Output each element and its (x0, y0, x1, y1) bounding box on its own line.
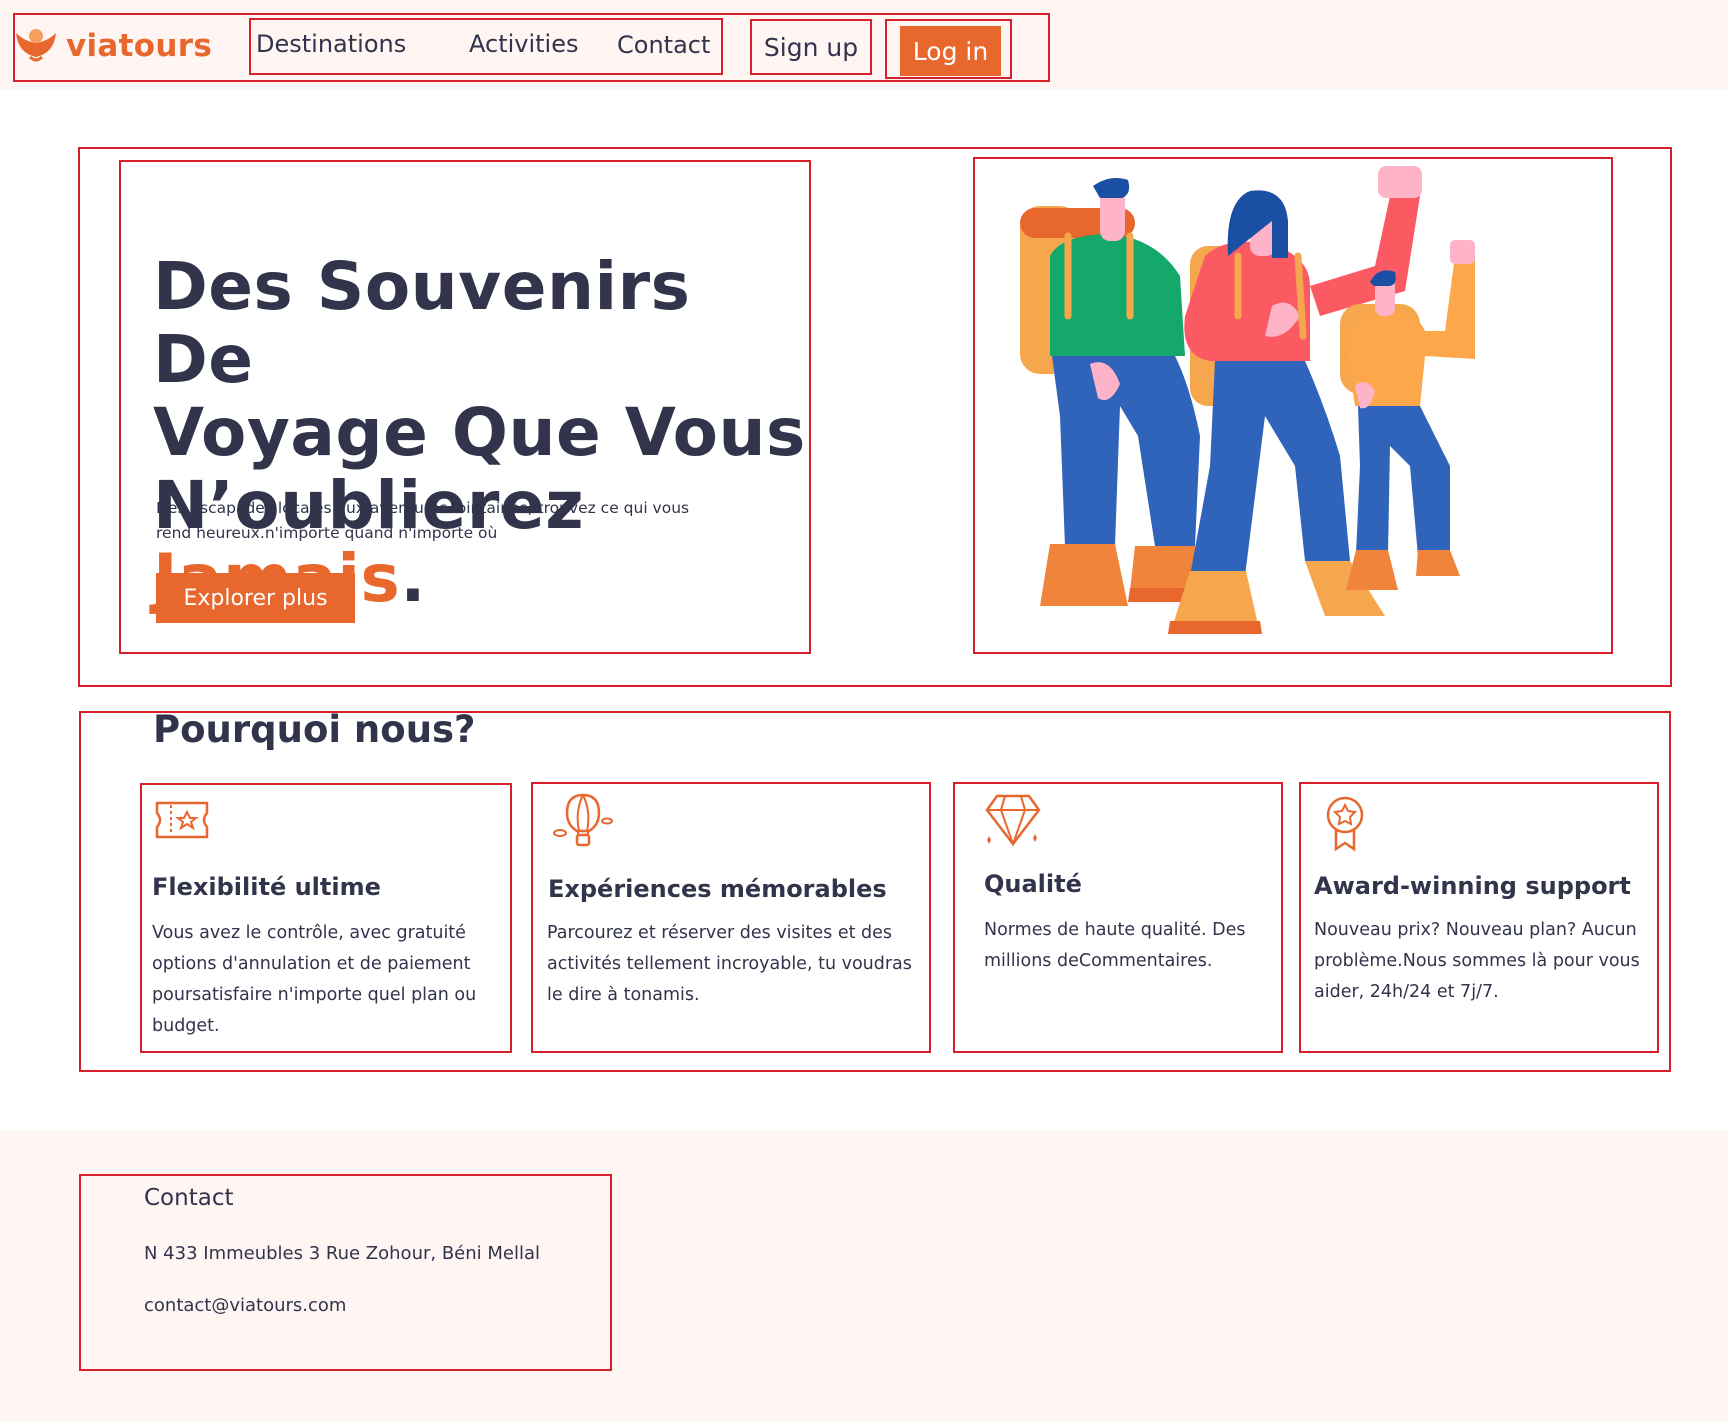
card-text-line: poursatisfaire n'importe quel plan ou (152, 985, 477, 1005)
hero-subtitle-line1: Des escapades locales aux aventures loin… (156, 499, 690, 517)
logo[interactable]: viatours (14, 26, 212, 66)
why-us-title: Pourquoi nous? (153, 708, 476, 751)
travelers-with-backpacks-illustration (1020, 166, 1475, 634)
card-text-line: budget. (152, 1016, 220, 1036)
card-text-line: options d'annulation et de paiement (152, 954, 471, 974)
card-text-line: aider, 24h/24 et 7j/7. (1314, 982, 1499, 1002)
hero-title-period: . (400, 540, 426, 617)
main-nav: Destinations Activities Contact (249, 18, 723, 75)
card-text-line: millions deCommentaires. (984, 951, 1213, 971)
diamond-icon (985, 794, 1041, 848)
card-text-line: activités tellement incroyable, tu voudr… (547, 954, 912, 974)
card-title-experiences: Expériences mémorables (548, 875, 887, 903)
award-medal-icon (1326, 796, 1364, 852)
card-text-line: Parcourez et réserver des visites et des (547, 923, 893, 943)
card-title-quality: Qualité (984, 870, 1082, 898)
card-text-line: Vous avez le contrôle, avec gratuité (152, 923, 466, 943)
card-text-line: problème.Nous sommes là pour vous (1314, 951, 1640, 971)
card-text-support: Nouveau prix? Nouveau plan? Aucun problè… (1314, 915, 1659, 1008)
ticket-icon (155, 801, 209, 839)
explore-more-button[interactable]: Explorer plus (156, 573, 355, 623)
card-text-line: Nouveau prix? Nouveau plan? Aucun (1314, 920, 1637, 940)
card-text-line: Normes de haute qualité. Des (984, 920, 1246, 940)
card-text-quality: Normes de haute qualité. Des millions de… (984, 915, 1274, 977)
hero-subtitle: Des escapades locales aux aventures loin… (156, 496, 746, 546)
hero-title-line2: Voyage Que Vous (153, 394, 806, 471)
hero-title-line1: Des Souvenirs De (153, 248, 691, 398)
hero-title: Des Souvenirs De Voyage Que Vous N’oubli… (153, 250, 813, 615)
logo-text: viatours (66, 28, 213, 64)
footer-email-link[interactable]: contact@viatours.com (144, 1295, 346, 1316)
hot-air-balloon-icon (553, 793, 613, 847)
card-text-experiences: Parcourez et réserver des visites et des… (547, 918, 927, 1011)
nav-link-contact[interactable]: Contact (617, 31, 710, 59)
card-title-support: Award-winning support (1314, 872, 1631, 900)
card-title-flexibility: Flexibilité ultime (152, 873, 381, 901)
footer-address: N 433 Immeubles 3 Rue Zohour, Béni Mella… (144, 1243, 541, 1264)
viatours-logo-icon (16, 29, 56, 62)
card-text-flexibility: Vous avez le contrôle, avec gratuité opt… (152, 918, 502, 1042)
nav-link-activities[interactable]: Activities (469, 30, 579, 58)
hero-subtitle-line2: rend heureux.n'importe quand n'importe o… (156, 524, 498, 542)
nav-link-destinations[interactable]: Destinations (256, 30, 406, 58)
login-button-frame: Log in (885, 19, 1012, 79)
login-button[interactable]: Log in (900, 26, 1001, 76)
signup-button[interactable]: Sign up (750, 19, 872, 75)
card-text-line: le dire à tonamis. (547, 985, 700, 1005)
footer-contact-title: Contact (144, 1185, 234, 1211)
